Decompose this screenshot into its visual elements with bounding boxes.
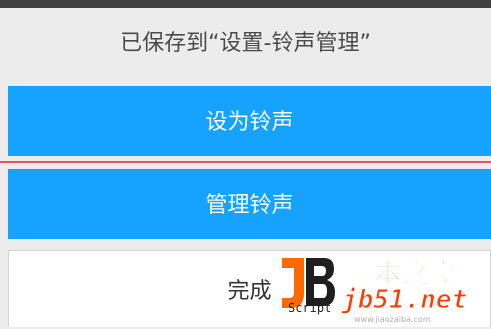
watermark-site-url: jb51.net: [341, 285, 468, 316]
manage-ringtones-button[interactable]: 管理铃声: [8, 169, 491, 239]
saved-message: 已保存到“设置-铃声管理”: [120, 31, 371, 56]
set-ringtone-button[interactable]: 设为铃声: [8, 86, 491, 156]
divider: [0, 161, 491, 163]
watermark-script-text: Script: [288, 301, 332, 315]
status-bar-edge: [0, 0, 491, 8]
watermark-sub-url: www.jiaozaiba.com: [354, 315, 431, 324]
